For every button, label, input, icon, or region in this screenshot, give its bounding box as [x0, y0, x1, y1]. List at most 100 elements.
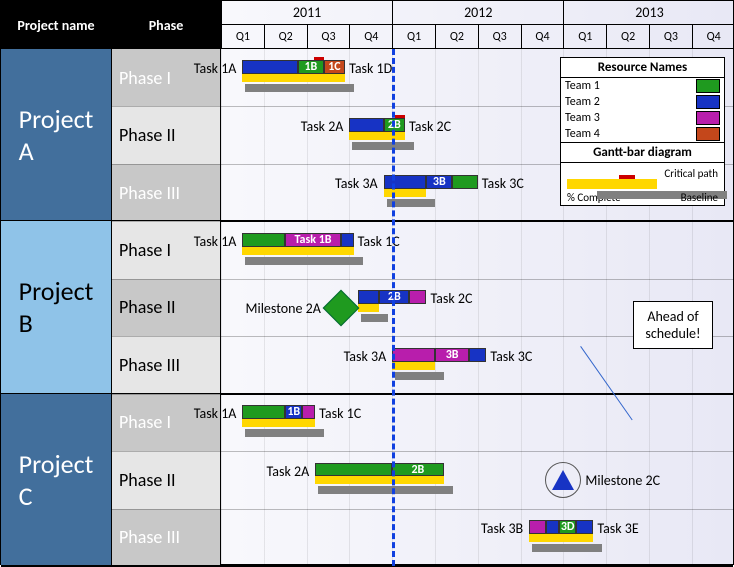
task-bar	[242, 60, 298, 74]
pct-complete	[285, 247, 341, 255]
phase-label: Phase III	[111, 509, 221, 566]
header-year: 2011	[221, 1, 392, 25]
task-label: Task 3B	[481, 520, 523, 537]
task-bar: 1B	[285, 405, 302, 419]
pct-complete	[341, 247, 354, 255]
phase-label: Phase III	[111, 336, 221, 393]
baseline-bar	[327, 84, 354, 92]
project-label: ProjectC	[1, 394, 111, 566]
pct-complete	[546, 534, 559, 542]
task-bar	[349, 118, 383, 132]
phase-divider	[111, 394, 733, 395]
baseline-bar	[387, 142, 414, 150]
phase-divider	[111, 279, 733, 280]
milestone-triangle-icon	[552, 470, 574, 490]
task-bar: 2B	[392, 463, 443, 477]
baseline-bar	[245, 84, 307, 92]
task-bar: 1C	[324, 60, 345, 74]
task-label: Task 1D	[349, 60, 392, 77]
pct-complete	[392, 362, 435, 370]
task-bar	[341, 233, 354, 247]
header-project: Project name	[1, 1, 111, 49]
task-bar: 3B	[426, 175, 452, 189]
baseline-bar	[305, 429, 324, 437]
header-quarter: Q1	[221, 25, 264, 49]
task-bar	[384, 175, 427, 189]
pct-complete	[324, 74, 345, 82]
baseline-bar	[318, 486, 401, 494]
task-bar	[302, 405, 315, 419]
task-label: Task 1C	[319, 405, 361, 422]
baseline-bar	[579, 544, 602, 552]
phase-label: Phase II	[111, 279, 221, 336]
phase-divider	[111, 451, 733, 452]
pct-complete	[298, 74, 324, 82]
phase-label: Phase I	[111, 394, 221, 451]
phase-divider	[111, 509, 733, 510]
col-divider	[111, 1, 112, 566]
pct-complete	[242, 419, 285, 427]
milestone-label: Milestone 2A	[246, 300, 321, 317]
legend: Resource NamesTeam 1Team 2Team 3Team 4Ga…	[560, 57, 725, 206]
baseline-bar	[395, 372, 444, 380]
pct-complete	[576, 534, 593, 542]
baseline-bar	[361, 314, 388, 322]
col-divider	[220, 1, 221, 566]
task-label: Task 3C	[482, 175, 524, 192]
pct-complete	[559, 534, 576, 542]
header-quarter: Q3	[478, 25, 521, 49]
task-bar	[242, 233, 285, 247]
baseline-bar	[245, 429, 294, 437]
pct-complete	[529, 534, 546, 542]
header-quarter: Q4	[521, 25, 564, 49]
baseline-bar	[395, 486, 452, 494]
task-label: Task 3A	[344, 348, 387, 365]
task-bar	[576, 520, 593, 534]
header-quarter: Q2	[435, 25, 478, 49]
task-bar	[546, 520, 559, 534]
task-bar	[452, 175, 478, 189]
phase-label: Phase I	[111, 49, 221, 106]
milestone-label: Milestone 2C	[585, 472, 660, 489]
task-bar: 3D	[559, 520, 576, 534]
header-quarter: Q3	[649, 25, 692, 49]
gridline	[521, 49, 522, 566]
project-label: ProjectA	[1, 49, 111, 221]
pct-complete	[349, 132, 383, 140]
gridline	[221, 49, 222, 566]
header-quarter: Q2	[264, 25, 307, 49]
task-bar: Task 1B	[285, 233, 341, 247]
pct-complete	[384, 189, 427, 197]
phase-label: Phase I	[111, 221, 221, 278]
task-bar: 3B	[435, 348, 469, 362]
task-bar	[358, 290, 379, 304]
task-label: Task 2A	[301, 118, 344, 135]
header-phase: Phase	[111, 1, 221, 49]
header-quarter: Q4	[692, 25, 734, 49]
project-label: ProjectB	[1, 221, 111, 393]
task-label: Task 1A	[194, 405, 237, 422]
header-quarter: Q2	[606, 25, 649, 49]
task-bar: 1B	[298, 60, 324, 74]
task-label: Task 3E	[597, 520, 638, 537]
pct-complete	[242, 74, 298, 82]
header-year: 2013	[563, 1, 734, 25]
task-label: Task 2C	[430, 290, 472, 307]
task-label: Task 1A	[194, 60, 237, 77]
pct-complete	[242, 247, 285, 255]
milestone-diamond-icon	[322, 289, 359, 326]
header-year: 2012	[392, 1, 563, 25]
phase-label: Phase II	[111, 106, 221, 163]
pct-complete	[302, 419, 315, 427]
gantt-chart: Project namePhase201120122013Q1Q2Q3Q4Q1Q…	[0, 0, 734, 565]
task-label: Task 2A	[267, 463, 310, 480]
task-label: Task 3C	[490, 348, 532, 365]
pct-complete	[285, 419, 302, 427]
task-bar	[409, 290, 426, 304]
header-quarter: Q1	[563, 25, 606, 49]
header-quarter: Q3	[307, 25, 350, 49]
task-label: Task 3A	[335, 175, 378, 192]
task-bar	[529, 520, 546, 534]
task-label: Task 1A	[194, 233, 237, 250]
phase-divider	[111, 221, 733, 222]
